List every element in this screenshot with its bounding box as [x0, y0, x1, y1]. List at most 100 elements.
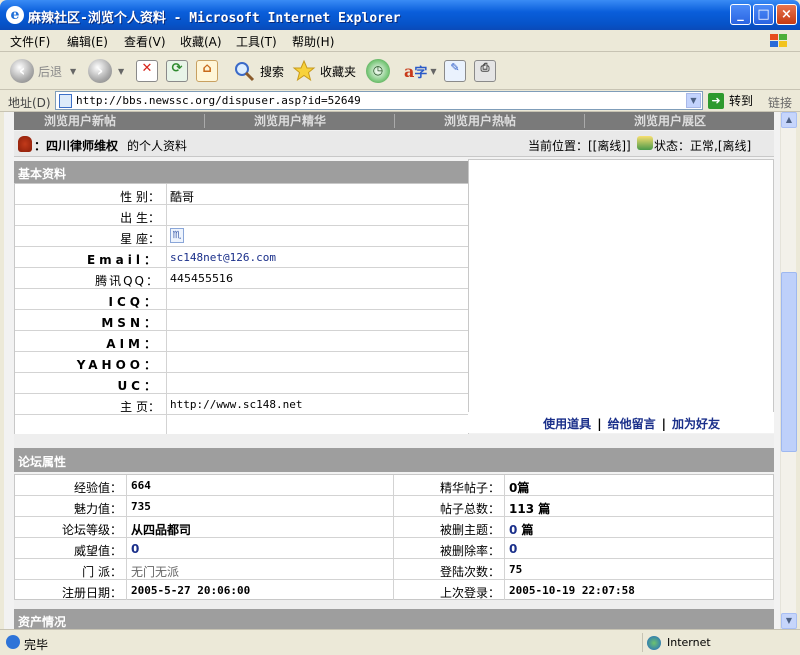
- scroll-thumb[interactable]: [781, 272, 797, 452]
- table-row: 论坛等级： 从四品都司 被删主题： 0 篇: [15, 517, 773, 538]
- vertical-scrollbar[interactable]: ▲ ▼: [780, 112, 797, 629]
- close-button[interactable]: ×: [776, 4, 797, 25]
- menu-file[interactable]: 文件(F): [10, 33, 50, 50]
- avatar-panel: [468, 159, 774, 433]
- stop-button[interactable]: ✕: [136, 57, 158, 85]
- table-row: 魅力值： 735 帖子总数： 113 篇: [15, 496, 773, 517]
- leave-message-link[interactable]: 给他留言: [608, 417, 656, 431]
- table-row: 注册日期： 2005-5-27 20:06:00 上次登录： 2005-10-1…: [15, 580, 773, 601]
- go-button[interactable]: ➜ 转到: [708, 92, 753, 109]
- history-icon: ◷: [366, 59, 390, 83]
- address-bar: 地址(D) http://bbs.newssc.org/dispuser.asp…: [0, 90, 800, 112]
- field-label: 星 座：: [120, 232, 160, 246]
- forward-button[interactable]: › ▼: [88, 57, 124, 85]
- edit-icon: ✎: [444, 60, 466, 82]
- stop-icon: ✕: [136, 60, 158, 82]
- tab-user-new-posts[interactable]: 浏览用户新帖: [44, 112, 116, 129]
- scroll-down-icon[interactable]: ▼: [781, 613, 797, 629]
- field-label: MSN：: [101, 316, 160, 330]
- basic-info-table: 性 别： 酷哥 出 生： 星 座： ♏ Email： sc148net@126.…: [14, 183, 469, 436]
- field-value: 酷哥: [170, 190, 195, 204]
- address-dropdown-icon[interactable]: ▼: [686, 93, 701, 108]
- maximize-button[interactable]: □: [753, 4, 774, 25]
- window-title: 麻辣社区-浏览个人资料 - Microsoft Internet Explore…: [28, 11, 401, 26]
- refresh-icon: ⟳: [166, 60, 188, 82]
- toolbar: ‹ 后退 ▼ › ▼ ✕ ⟳ ⌂ 搜索 收藏夹 ◷ a 字 ▼ ✎ ⎙: [0, 52, 800, 90]
- links-button[interactable]: 链接: [768, 94, 792, 111]
- status-bar: 完毕 Internet: [0, 629, 800, 655]
- assets-header: 资产情况: [14, 609, 774, 629]
- address-input[interactable]: http://bbs.newssc.org/dispuser.asp?id=52…: [55, 91, 703, 110]
- user-avatar-icon: [18, 136, 32, 152]
- homepage-link[interactable]: http://www.sc148.net: [170, 398, 302, 411]
- basic-info-header: 基本资料: [14, 161, 468, 183]
- menu-tools[interactable]: 工具(T): [236, 33, 277, 50]
- menu-view[interactable]: 查看(V): [124, 33, 166, 50]
- print-button[interactable]: ⎙: [474, 57, 496, 85]
- address-label: 地址(D): [8, 96, 51, 110]
- table-row: Email： sc148net@126.com: [15, 247, 468, 268]
- title-bar: e 麻辣社区-浏览个人资料 - Microsoft Internet Explo…: [0, 0, 800, 30]
- search-button[interactable]: 搜索: [232, 57, 284, 85]
- minimize-button[interactable]: _: [730, 4, 751, 25]
- forum-attrs-header: 论坛属性: [14, 448, 774, 472]
- table-row: AIM：: [15, 331, 468, 352]
- star-icon: [292, 59, 316, 82]
- edit-page-button[interactable]: ✎: [444, 57, 466, 85]
- forum-attrs-table: 经验值： 664 精华帖子： 0篇 魅力值： 735 帖子总数： 113 篇 论…: [14, 474, 774, 601]
- go-arrow-icon: ➜: [708, 92, 724, 109]
- security-zone: Internet: [642, 633, 792, 652]
- menu-favorites[interactable]: 收藏(A): [180, 33, 222, 50]
- address-url[interactable]: http://bbs.newssc.org/dispuser.asp?id=52…: [76, 94, 361, 107]
- menu-help[interactable]: 帮助(H): [292, 33, 334, 50]
- ie-logo-icon: e: [6, 6, 24, 24]
- status-text: 完毕: [24, 638, 49, 652]
- tab-user-gallery[interactable]: 浏览用户展区: [634, 112, 706, 129]
- field-value: 445455516: [170, 272, 233, 285]
- user-status: 状态：正常,[离线]: [654, 139, 752, 153]
- translate-button[interactable]: a 字 ▼: [404, 57, 437, 85]
- scroll-up-icon[interactable]: ▲: [781, 112, 797, 128]
- table-row: 腾讯QQ： 445455516: [15, 268, 468, 289]
- back-button[interactable]: ‹ 后退 ▼: [10, 57, 76, 85]
- tab-user-essence[interactable]: 浏览用户精华: [254, 112, 326, 129]
- table-row: UC：: [15, 373, 468, 394]
- profile-username[interactable]: ：四川律师维权: [34, 137, 118, 154]
- table-row: ICQ：: [15, 289, 468, 310]
- zodiac-icon: ♏: [170, 228, 184, 243]
- field-label: UC：: [117, 379, 160, 393]
- field-label: Email：: [86, 253, 160, 267]
- table-row: 门 派： 无门无派 登陆次数： 75: [15, 559, 773, 580]
- table-row: 性 别： 酷哥: [15, 184, 468, 205]
- status-icon: [637, 136, 653, 150]
- table-row: 威望值： 0 被删除率： 0: [15, 538, 773, 559]
- profile-suffix: 的个人资料: [127, 139, 188, 153]
- tab-user-hot-posts[interactable]: 浏览用户热帖: [444, 112, 516, 129]
- use-item-link[interactable]: 使用道具: [543, 417, 591, 431]
- profile-header: ：四川律师维权 的个人资料 当前位置：[[离线]] 状态：正常,[离线]: [14, 131, 774, 157]
- back-arrow-icon: ‹: [10, 59, 34, 83]
- globe-icon: [647, 635, 661, 650]
- page-icon: [59, 94, 72, 108]
- add-friend-link[interactable]: 加为好友: [672, 417, 720, 431]
- refresh-button[interactable]: ⟳: [166, 57, 188, 85]
- home-button[interactable]: ⌂: [196, 57, 218, 85]
- field-label: 出 生：: [120, 211, 160, 225]
- menu-bar: 文件(F) 编辑(E) 查看(V) 收藏(A) 工具(T) 帮助(H): [0, 30, 800, 52]
- field-label: 主 页：: [120, 400, 160, 414]
- field-label: YAHOO：: [76, 358, 160, 372]
- search-icon: [235, 62, 255, 82]
- table-row: 星 座： ♏: [15, 226, 468, 247]
- table-row: 出 生：: [15, 205, 468, 226]
- windows-logo-icon: [770, 34, 787, 47]
- history-button[interactable]: ◷: [366, 57, 390, 85]
- translate-icon: a: [404, 61, 415, 81]
- email-link[interactable]: sc148net@126.com: [170, 251, 276, 264]
- favorites-button[interactable]: 收藏夹: [292, 57, 356, 85]
- field-label: 腾讯QQ：: [95, 274, 160, 288]
- table-row: [15, 415, 468, 436]
- user-nav-tabs: 浏览用户新帖 浏览用户精华 浏览用户热帖 浏览用户展区: [14, 112, 774, 130]
- menu-edit[interactable]: 编辑(E): [67, 33, 108, 50]
- field-label: 性 别：: [120, 190, 160, 204]
- current-location: 当前位置：[[离线]]: [528, 139, 631, 153]
